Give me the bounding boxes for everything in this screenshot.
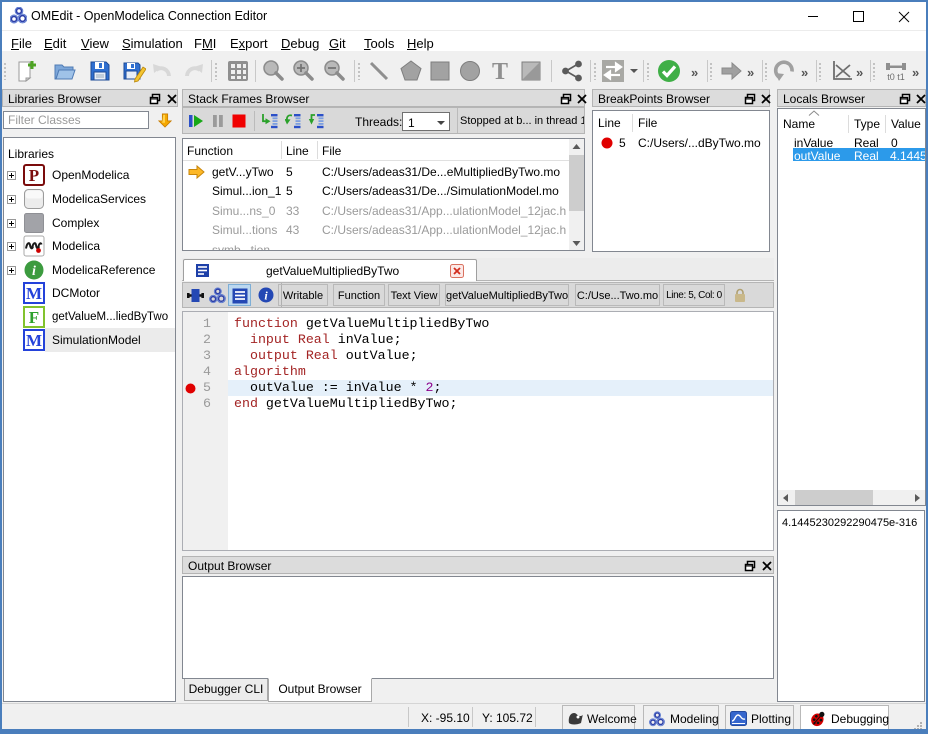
svg-text:P: P: [29, 166, 39, 185]
svg-text:T: T: [492, 59, 508, 83]
svg-text:M: M: [26, 331, 42, 350]
svg-text:M: M: [26, 284, 42, 303]
svg-text:t0 t1: t0 t1: [887, 72, 905, 82]
svg-text:i: i: [32, 264, 36, 279]
svg-text:F: F: [29, 308, 39, 327]
